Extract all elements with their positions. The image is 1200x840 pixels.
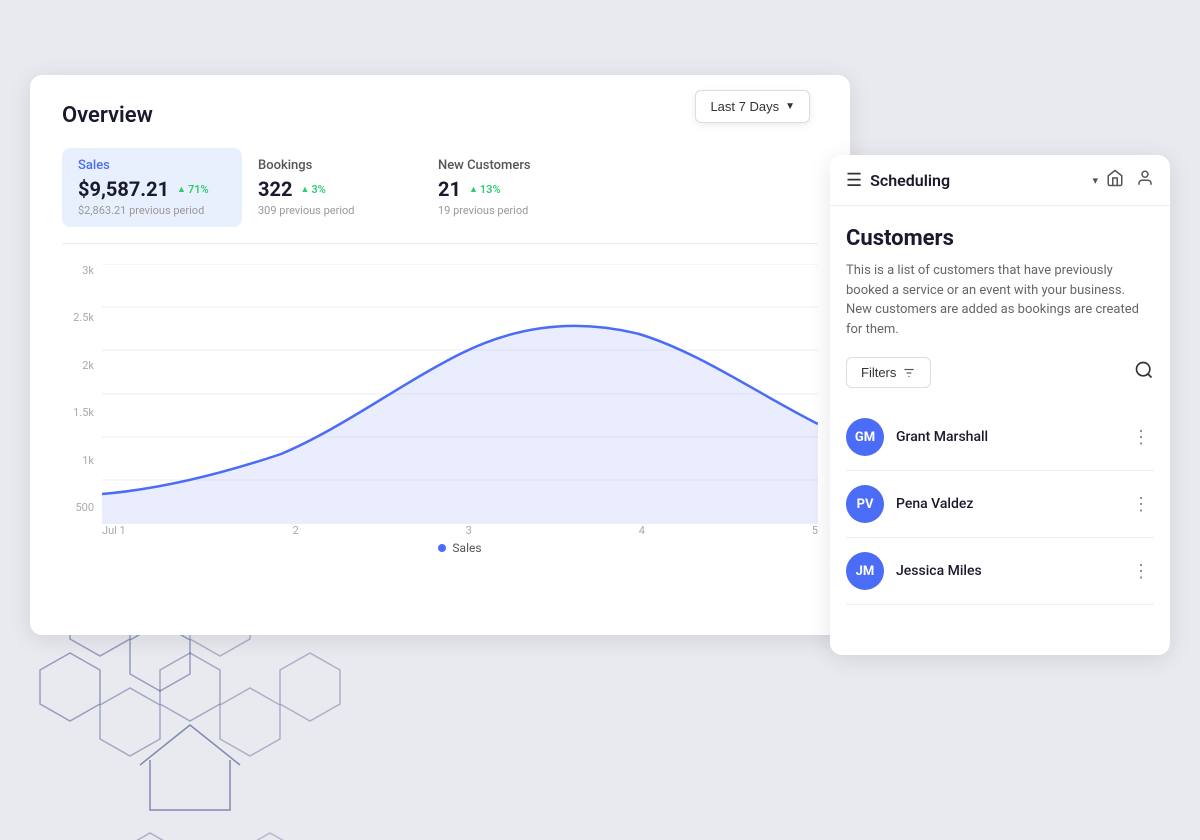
customer-avatar-1: PV <box>846 485 884 523</box>
scheduling-card: ☰ Scheduling ▾ Customers This is a list … <box>830 155 1170 655</box>
customer-avatar-0: GM <box>846 418 884 456</box>
chart-area: 3k 2.5k 2k 1.5k 1k 500 Ju <box>62 264 818 544</box>
scheduling-header: ☰ Scheduling ▾ <box>830 155 1170 206</box>
y-label-500: 500 <box>75 501 94 514</box>
y-label-2.5k: 2.5k <box>73 311 94 324</box>
stat-new-customers-label: New Customers <box>438 158 574 173</box>
stat-bookings-badge: 3% <box>300 183 325 196</box>
customers-desc: This is a list of customers that have pr… <box>846 261 1154 339</box>
more-options-1[interactable]: ⋮ <box>1128 494 1154 515</box>
x-label-jul1: Jul 1 <box>102 524 126 537</box>
time-filter-label: Last 7 Days <box>710 99 779 114</box>
chart-legend: Sales <box>102 541 818 555</box>
user-icon[interactable] <box>1136 169 1154 191</box>
customers-title: Customers <box>846 226 1154 251</box>
stat-bookings-value: 322 <box>258 177 292 201</box>
stat-sales-label: Sales <box>78 158 214 173</box>
x-label-4: 4 <box>639 524 645 537</box>
scheduling-chevron-icon[interactable]: ▾ <box>1092 174 1098 187</box>
stat-sales-prev: $2,863.21 previous period <box>78 204 214 217</box>
y-label-1k: 1k <box>82 454 94 467</box>
stat-bookings[interactable]: Bookings 322 3% 309 previous period <box>242 148 422 227</box>
chart-y-labels: 3k 2.5k 2k 1.5k 1k 500 <box>62 264 102 514</box>
legend-label: Sales <box>452 541 481 555</box>
customer-list: GM Grant Marshall ⋮ PV Pena Valdez ⋮ JM … <box>846 404 1154 605</box>
customers-body: Customers This is a list of customers th… <box>830 206 1170 625</box>
header-icons <box>1106 169 1154 191</box>
search-icon <box>1134 360 1154 380</box>
overview-card: Overview Sales $9,587.21 71% $2,863.21 p… <box>30 75 850 635</box>
chevron-down-icon: ▼ <box>785 101 795 112</box>
stat-new-customers-value-row: 21 13% <box>438 177 574 201</box>
stat-sales[interactable]: Sales $9,587.21 71% $2,863.21 previous p… <box>62 148 242 227</box>
customer-item-2[interactable]: JM Jessica Miles ⋮ <box>846 538 1154 605</box>
more-options-0[interactable]: ⋮ <box>1128 427 1154 448</box>
customer-item-0[interactable]: GM Grant Marshall ⋮ <box>846 404 1154 471</box>
customer-item-1[interactable]: PV Pena Valdez ⋮ <box>846 471 1154 538</box>
filters-button[interactable]: Filters <box>846 357 931 388</box>
chart-main: Jul 1 2 3 4 5 Sales <box>102 264 818 544</box>
hamburger-icon[interactable]: ☰ <box>846 170 862 191</box>
scheduling-header-title: Scheduling <box>870 171 1084 190</box>
chart-svg <box>102 264 818 524</box>
customer-name-1: Pena Valdez <box>896 496 1116 512</box>
x-label-5: 5 <box>812 524 818 537</box>
stat-bookings-label: Bookings <box>258 158 394 173</box>
customer-name-2: Jessica Miles <box>896 563 1116 579</box>
stat-sales-badge: 71% <box>177 183 209 196</box>
customer-name-0: Grant Marshall <box>896 429 1116 445</box>
stat-bookings-prev: 309 previous period <box>258 204 394 217</box>
y-label-2k: 2k <box>82 359 94 372</box>
filters-label: Filters <box>861 365 896 380</box>
store-icon[interactable] <box>1106 169 1124 191</box>
stat-new-customers[interactable]: New Customers 21 13% 19 previous period <box>422 148 602 227</box>
stat-new-customers-badge: 13% <box>469 183 501 196</box>
y-label-1.5k: 1.5k <box>73 406 94 419</box>
x-label-2: 2 <box>293 524 299 537</box>
customer-avatar-2: JM <box>846 552 884 590</box>
time-filter-button[interactable]: Last 7 Days ▼ <box>695 90 810 123</box>
filter-icon <box>902 366 916 380</box>
legend-dot <box>438 544 446 552</box>
stat-sales-value: $9,587.21 <box>78 177 169 201</box>
stat-bookings-value-row: 322 3% <box>258 177 394 201</box>
search-button[interactable] <box>1134 360 1154 385</box>
more-options-2[interactable]: ⋮ <box>1128 561 1154 582</box>
stats-row: Sales $9,587.21 71% $2,863.21 previous p… <box>62 148 818 244</box>
y-label-3k: 3k <box>82 264 94 277</box>
stat-new-customers-value: 21 <box>438 177 461 201</box>
x-label-3: 3 <box>466 524 472 537</box>
x-labels: Jul 1 2 3 4 5 <box>102 524 818 537</box>
stat-sales-value-row: $9,587.21 71% <box>78 177 214 201</box>
filters-row: Filters <box>846 357 1154 388</box>
stat-new-customers-prev: 19 previous period <box>438 204 574 217</box>
